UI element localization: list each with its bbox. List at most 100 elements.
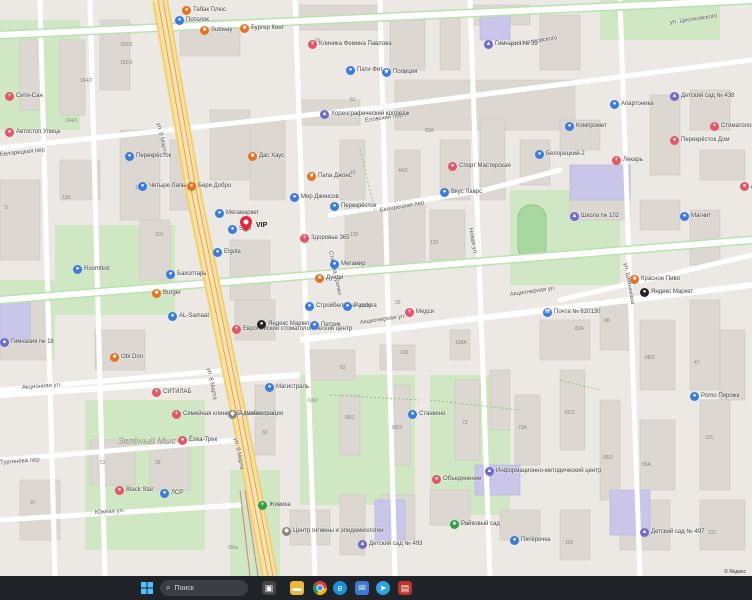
area-label-zeleny-mys: Зелёный Мыс: [118, 436, 177, 446]
poi-p8[interactable]: ★ Полиция: [382, 68, 417, 77]
building-number: 73А: [518, 425, 527, 431]
poi-p32[interactable]: ● Петрик: [310, 321, 341, 330]
building-number: 47: [694, 360, 700, 366]
poi-p68[interactable]: +Стоматология: [710, 122, 752, 131]
windows-start-icon[interactable]: [140, 581, 154, 595]
poi-p60[interactable]: ● Станкино: [408, 410, 445, 419]
poi-p21[interactable]: ■ Дунди: [315, 274, 343, 283]
building-number: 125: [430, 240, 439, 246]
poi-p1[interactable]: ● Табак Плюс: [182, 6, 226, 15]
poi-p35[interactable]: ● Белорецкий-2: [535, 150, 585, 159]
poi-p64[interactable]: ● Пятёрочка: [510, 536, 550, 545]
government-icon: ◆: [228, 410, 237, 419]
poi-p19[interactable]: ● Мир Джинсов: [290, 193, 339, 202]
poi-p29[interactable]: ■ Obi Don: [110, 353, 143, 362]
poi-label: Белорецкий-2: [546, 151, 585, 157]
poi-p12[interactable]: ● Бери Добро: [187, 182, 231, 191]
poi-p46[interactable]: ● Яндекс Маркет: [640, 288, 693, 297]
telegram-icon[interactable]: ➤: [376, 581, 390, 595]
poi-p5[interactable]: + Клиника Фемина Павлова: [308, 40, 392, 49]
poi-label: Obi Don: [121, 354, 144, 360]
poi-p49[interactable]: ● Автостоп Улица: [5, 128, 60, 137]
poi-p36[interactable]: ● Спорт Мастерская: [448, 162, 511, 171]
poi-p59[interactable]: ▲ Детский сад № 493: [358, 540, 423, 549]
poi-p66[interactable]: ● Pomo Пирожк: [690, 392, 739, 401]
poi-label: Гимназия № 39: [495, 41, 538, 47]
poi-label: Информационно-методический центр: [496, 468, 602, 474]
poi-p44[interactable]: ● Магнит: [680, 212, 711, 221]
task-view-icon[interactable]: ▣: [262, 581, 276, 595]
poi-label: Вкус Лаврс: [451, 189, 483, 195]
poi-p6[interactable]: ● Пати Фит: [346, 66, 383, 75]
shop-icon: ●: [408, 410, 417, 419]
poi-p31[interactable]: ● Яндекс Маркет: [257, 320, 310, 329]
poi-p38[interactable]: ● Компромет: [565, 122, 607, 131]
chrome-icon[interactable]: [313, 581, 327, 595]
building-number: 35: [395, 300, 401, 306]
edge-icon[interactable]: e: [333, 581, 347, 595]
shop-icon: ●: [178, 436, 187, 445]
poi-p24[interactable]: + Медси: [405, 308, 434, 317]
poi-p26[interactable]: ● Бахолтарь: [166, 270, 206, 279]
poi-p3[interactable]: ■ Subway: [200, 26, 232, 35]
poi-p52[interactable]: ● Ёлка-Трек: [178, 436, 217, 445]
map-attribution: © Яндекс: [724, 569, 746, 575]
poi-p67[interactable]: ● Мегамир: [330, 260, 366, 269]
poi-p55[interactable]: ● Black Star: [115, 486, 153, 495]
poi-p15[interactable]: ● Мегамаркет: [215, 209, 259, 218]
medical-icon: +: [710, 122, 719, 131]
poi-p11[interactable]: ● Четыре Лапы: [138, 182, 186, 191]
shop-icon: ●: [290, 193, 299, 202]
poi-p53[interactable]: ◆ Администрация: [228, 410, 283, 419]
poi-label: Пятёрочка: [521, 537, 551, 543]
store-icon[interactable]: ▤: [398, 581, 412, 595]
poi-p43[interactable]: ●Дом на Урале: [740, 182, 752, 191]
poi-label: Красное Пиво: [641, 276, 680, 282]
building-number: 108А: [455, 340, 467, 346]
poi-p28[interactable]: ● AL-Samaat: [168, 312, 209, 321]
poi-p41[interactable]: ● Апартоника: [610, 100, 654, 109]
poi-p13[interactable]: ■ Дас Хаус: [248, 152, 284, 161]
poi-p34[interactable]: ▲ Школа № 102: [570, 212, 619, 221]
poi-p42[interactable]: ● Перекрёсток Дом: [670, 136, 730, 145]
poi-p16[interactable]: + Здоровье 365: [300, 234, 349, 243]
poi-p61[interactable]: ● Объединение: [432, 475, 481, 484]
map-canvas[interactable]: ул. 8 Марта ул. 8 Марта ул. 8 Марта ул. …: [0, 0, 752, 576]
poi-label: Детский сад № 438: [681, 93, 735, 99]
poi-p23[interactable]: ● Pandora: [343, 302, 377, 311]
poi-p62[interactable]: ▲ Информационно-методический центр: [485, 467, 601, 476]
poi-p56[interactable]: ● ЛСР: [160, 489, 183, 498]
poi-label: Магистраль: [276, 384, 309, 390]
poi-p58[interactable]: ◆ Центр гигиены и эпидемиологии: [282, 527, 384, 536]
poi-p7[interactable]: ▲ Гимназия № 39: [484, 40, 538, 49]
poi-p40[interactable]: ▲ Детский сад № 438: [670, 92, 735, 101]
poi-p50[interactable]: + СИТИЛАБ: [152, 388, 192, 397]
shop-icon: ●: [215, 209, 224, 218]
poi-label: Subway: [211, 27, 233, 33]
poi-label: Сити-Сан: [16, 93, 43, 99]
medical-icon: +: [232, 325, 241, 334]
file-explorer-icon[interactable]: ▬: [290, 581, 304, 595]
poi-p37[interactable]: ● Вкус Лаврс: [440, 188, 482, 197]
poi-p39[interactable]: + Лекарь: [612, 156, 643, 165]
poi-p18[interactable]: ● Перекрёсток: [330, 202, 376, 211]
poi-p45[interactable]: ■ Красное Пиво: [630, 275, 680, 284]
poi-p20[interactable]: ● Elgola: [213, 248, 241, 257]
poi-p14[interactable]: ■ Папа Джонс: [307, 172, 352, 181]
building-number: 62/2: [565, 410, 575, 416]
poi-p33[interactable]: ✉ Почта № 620130: [543, 308, 600, 317]
mail-icon[interactable]: ✉: [355, 581, 369, 595]
poi-p25[interactable]: ● Roomfest: [73, 265, 110, 274]
poi-p9[interactable]: ▲ Хореографический колледж: [320, 110, 410, 119]
poi-p27[interactable]: ■ Burger: [152, 289, 181, 298]
poi-p65[interactable]: ▲ Детский сад № 497: [640, 528, 705, 537]
poi-p47[interactable]: ▲ Гимназия № 18: [0, 338, 54, 347]
poi-p2[interactable]: ■ Бургер Кинг: [240, 24, 284, 33]
poi-p48[interactable]: + Сити-Сан: [5, 92, 43, 101]
poi-p10[interactable]: ● Перекрёсток: [125, 152, 171, 161]
poi-p57[interactable]: + Живика: [258, 501, 291, 510]
poi-p54[interactable]: ● Магистраль: [265, 383, 309, 392]
poi-p4[interactable]: ● Потолок: [175, 16, 209, 25]
poi-p63[interactable]: ♣ Райковый сад: [450, 520, 500, 529]
taskbar-search[interactable]: ⌕ Поиск: [160, 580, 248, 596]
